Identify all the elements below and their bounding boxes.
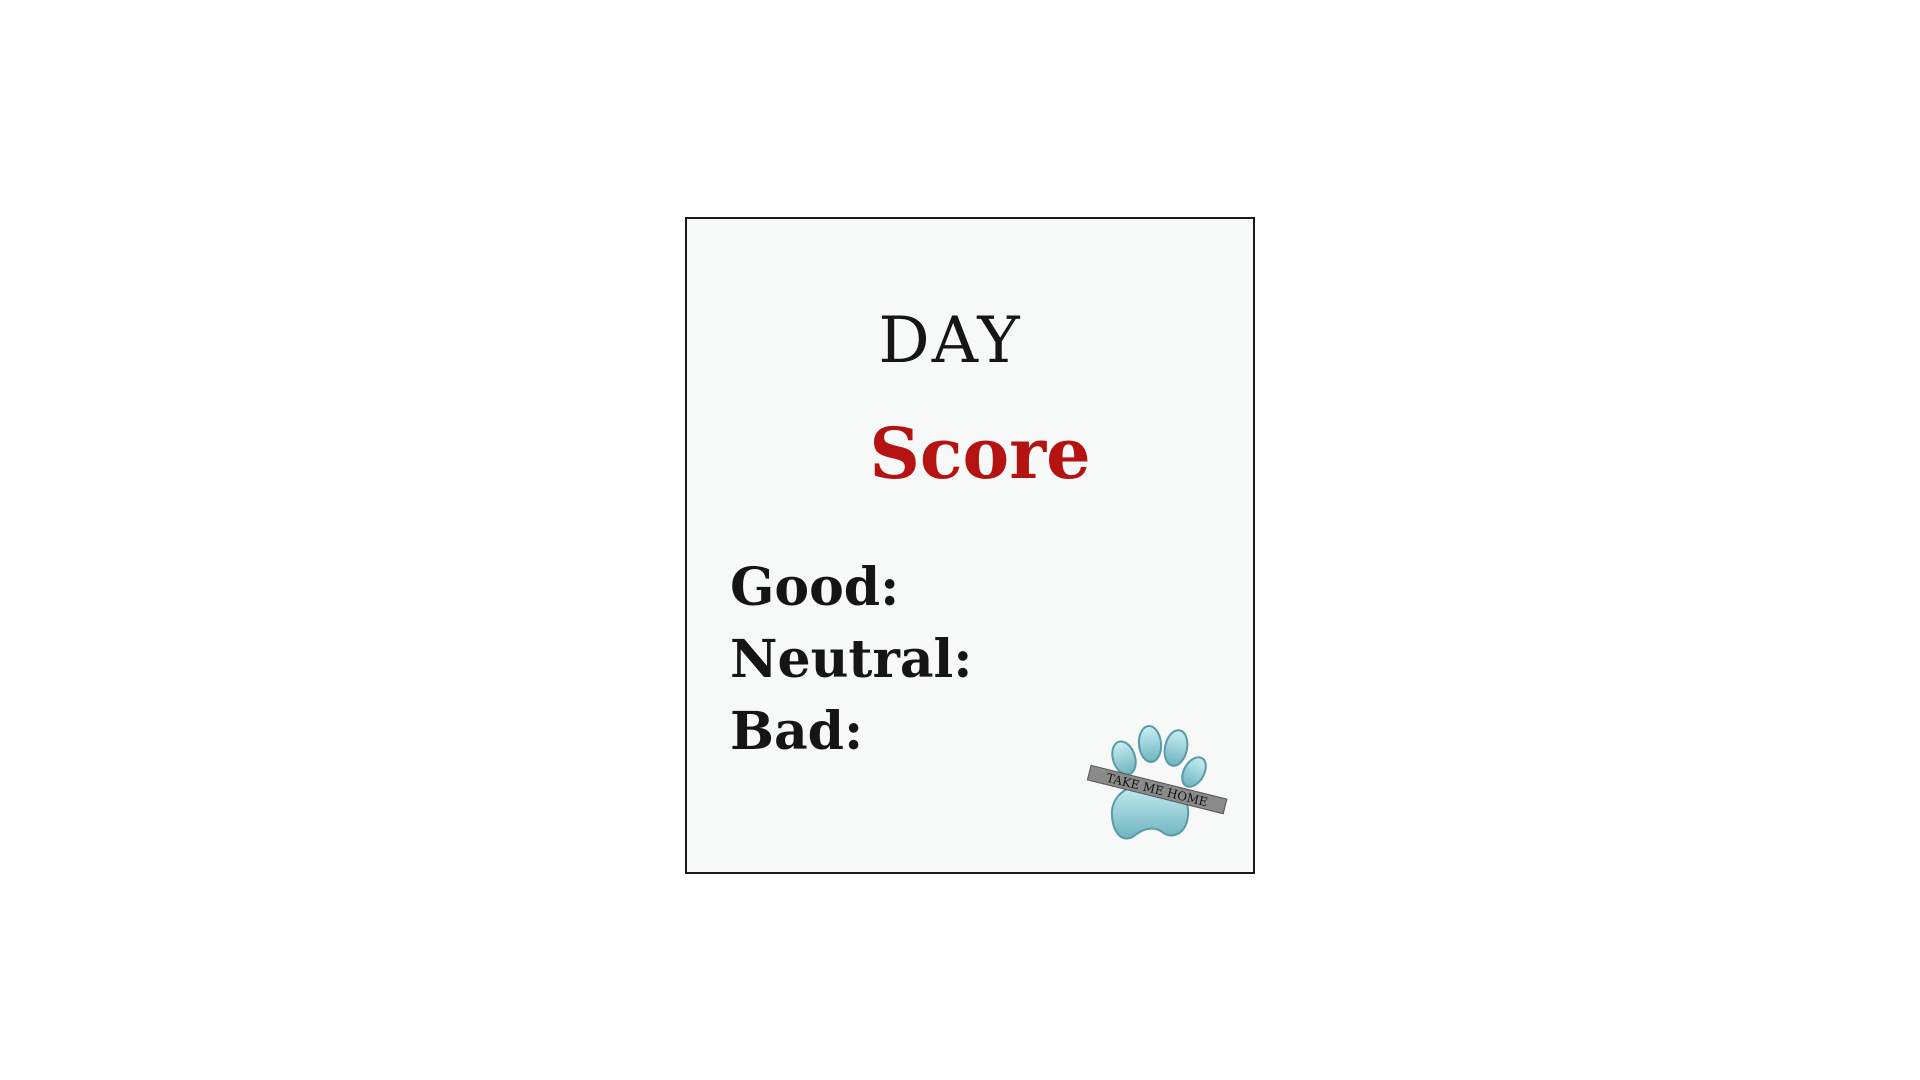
score-heading: Score (869, 412, 1091, 495)
score-row-bad: Bad: (730, 696, 988, 768)
score-row-label: Good: (730, 557, 900, 618)
day-label: DAY (878, 304, 1022, 378)
score-row-good: Good: (730, 552, 988, 624)
score-list: Good: Neutral: Bad: (730, 552, 988, 768)
score-row-label: Bad: (730, 701, 864, 762)
day-heading: DAY (667, 304, 1233, 378)
take-me-home-logo: TAKE ME HOME (1082, 724, 1232, 849)
score-card: DAY Score Good: Neutral: Bad: TAKE ME HO… (685, 217, 1255, 874)
game-screen: DAY Score Good: Neutral: Bad: TAKE ME HO… (0, 0, 1920, 1080)
score-row-label: Neutral: (730, 629, 973, 690)
paw-print-icon: TAKE ME HOME (1086, 725, 1228, 840)
score-row-neutral: Neutral: (730, 624, 988, 696)
